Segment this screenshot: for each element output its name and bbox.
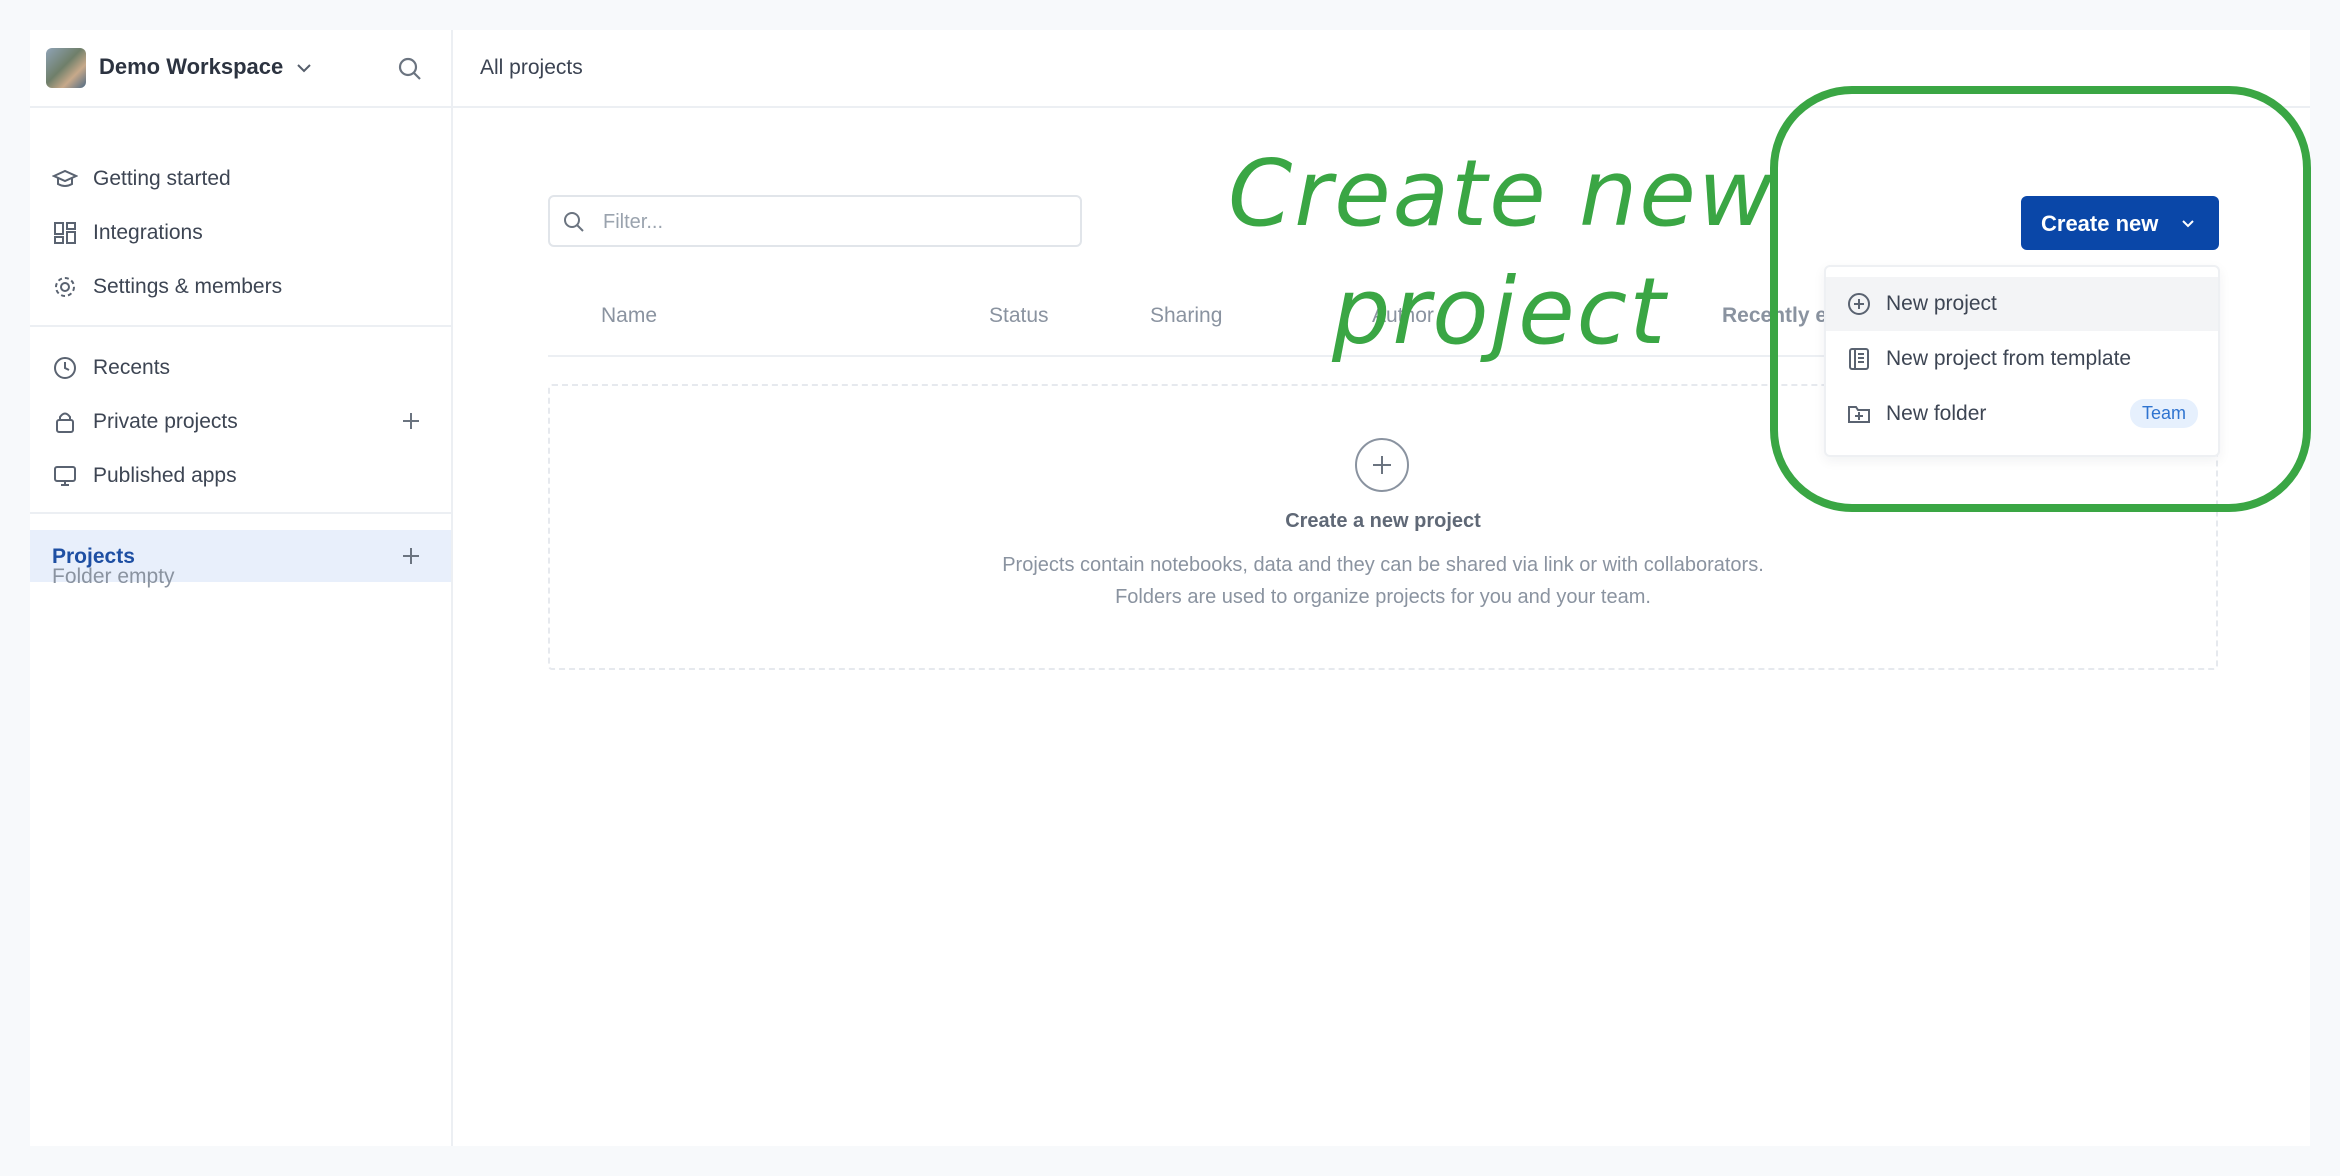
clock-icon xyxy=(54,357,76,379)
empty-state-desc-1: Projects contain notebooks, data and the… xyxy=(1002,554,1764,576)
annotation-line-2: project xyxy=(1332,258,1668,365)
nav-label: Recents xyxy=(93,356,171,379)
column-status[interactable]: Status xyxy=(989,304,1049,328)
monitor-icon xyxy=(54,466,76,486)
gear-icon xyxy=(55,277,75,297)
page-title: All projects xyxy=(480,56,583,79)
divider xyxy=(30,325,451,327)
avatar[interactable] xyxy=(46,48,86,88)
workspace-header: Demo Workspace xyxy=(30,30,451,108)
nav-label: Getting started xyxy=(93,167,231,190)
workspace-name[interactable]: Demo Workspace xyxy=(99,54,283,80)
sidebar: Demo Workspace Getting started Integrati… xyxy=(30,30,453,1146)
lock-icon xyxy=(56,412,74,433)
nav-integrations[interactable]: Integrations xyxy=(30,208,451,256)
nav-recents[interactable]: Recents xyxy=(30,343,451,391)
filter-input[interactable]: Filter... xyxy=(548,195,1082,247)
chevron-down-icon[interactable] xyxy=(294,58,314,78)
graduation-cap-icon xyxy=(52,169,78,187)
nav-private-projects[interactable]: Private projects xyxy=(30,397,451,445)
nav-settings[interactable]: Settings & members xyxy=(30,262,451,310)
column-sharing[interactable]: Sharing xyxy=(1150,304,1222,328)
filter-placeholder: Filter... xyxy=(603,211,664,233)
annotation-line-1: Create new xyxy=(1228,140,1776,247)
folder-empty-text: Folder empty xyxy=(52,565,175,588)
nav-label: Integrations xyxy=(93,221,203,244)
search-icon xyxy=(564,212,584,232)
add-private-project-icon[interactable] xyxy=(399,409,423,433)
search-icon[interactable] xyxy=(396,55,424,83)
nav-getting-started[interactable]: Getting started xyxy=(30,154,451,202)
empty-state-title: Create a new project xyxy=(1285,510,1481,532)
nav-label: Private projects xyxy=(93,410,238,433)
column-name[interactable]: Name xyxy=(601,304,657,328)
nav-published-apps[interactable]: Published apps xyxy=(30,451,451,499)
nav-label: Published apps xyxy=(93,464,237,487)
annotation-highlight-box xyxy=(1770,86,2311,512)
grid-icon xyxy=(54,222,76,244)
add-project-icon[interactable] xyxy=(399,544,423,568)
plus-circle-icon[interactable] xyxy=(1354,437,1410,493)
divider xyxy=(30,512,451,514)
empty-state-desc-2: Folders are used to organize projects fo… xyxy=(1115,586,1651,608)
nav-label: Settings & members xyxy=(93,275,283,298)
